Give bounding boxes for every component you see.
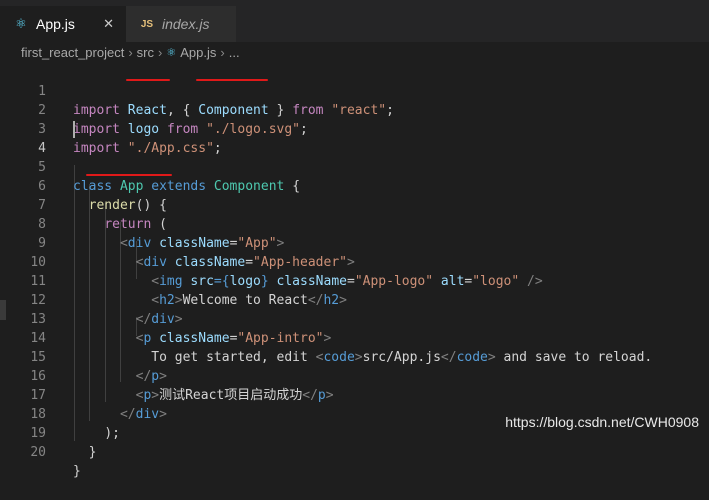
tab-label: App.js (36, 16, 75, 32)
code-line-15: 15 </p> (0, 329, 709, 384)
breadcrumb-project[interactable]: first_react_project (21, 45, 124, 60)
code-line-8: 8 <div className="App"> (0, 196, 709, 251)
annotation-underline (196, 79, 268, 81)
annotation-underline (86, 174, 172, 176)
react-icon: ⚛ (15, 16, 27, 31)
watermark: https://blog.csdn.net/CWH0908 (505, 414, 699, 430)
breadcrumb: first_react_project › src › ⚛ App.js › .… (0, 42, 709, 62)
code-line-14: 14 To get started, edit <code>src/App.js… (0, 310, 709, 365)
breadcrumb-folder[interactable]: src (137, 45, 154, 60)
code-line-12: 12 </div> (0, 272, 709, 327)
tab-index-js[interactable]: JS index.js (126, 6, 236, 42)
code-line-5: 5 class App extends Component { (0, 139, 709, 194)
code-line-2: 2 import logo from "./logo.svg"; (0, 82, 709, 137)
editor-tab-bar: ⚛ App.js ✕ JS index.js (0, 0, 709, 42)
line-number: 20 (30, 445, 46, 460)
code-line-13: 13 <p className="App-intro"> (0, 291, 709, 346)
code-line-10: 10 <img src={logo} className="App-logo" … (0, 234, 709, 289)
code-line-16: 16 <p>测试React项目启动成功</p> (0, 348, 709, 403)
code-editor[interactable]: 1 import React, { Component } from "reac… (0, 62, 709, 479)
code-line-9: 9 <div className="App-header"> (0, 215, 709, 270)
chevron-right-icon: › (158, 44, 163, 60)
code-text: } (73, 464, 81, 479)
annotation-underline (126, 79, 170, 81)
react-icon: ⚛ (166, 46, 177, 59)
code-line-4: 4 (0, 120, 709, 156)
chevron-right-icon: › (220, 44, 225, 60)
code-line-17: 17 </div> (0, 367, 709, 422)
tab-app-js[interactable]: ⚛ App.js ✕ (0, 6, 126, 42)
code-line-18: 18 ); (0, 386, 709, 441)
tab-label: index.js (162, 16, 210, 32)
code-line-7: 7 return ( (0, 177, 709, 232)
js-icon: JS (140, 18, 154, 30)
breadcrumb-file[interactable]: App.js (180, 45, 216, 60)
text-cursor (73, 121, 75, 138)
close-icon[interactable]: ✕ (103, 16, 114, 32)
code-line-1: 1 import React, { Component } from "reac… (0, 63, 709, 118)
code-text: } (88, 445, 97, 460)
code-line-11: 11 <h2>Welcome to React</h2> (0, 253, 709, 308)
code-line-3: 3 import "./App.css"; (0, 101, 709, 156)
chevron-right-icon: › (128, 44, 133, 60)
breadcrumb-more[interactable]: ... (229, 45, 240, 60)
